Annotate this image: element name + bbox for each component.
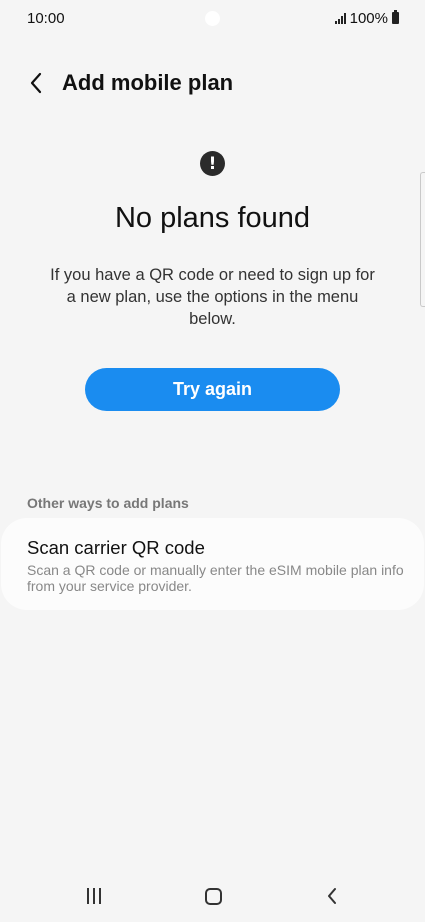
section-header-other-ways: Other ways to add plans (27, 495, 189, 511)
navigation-bar (0, 872, 425, 920)
camera-cutout (205, 11, 220, 26)
try-again-button[interactable]: Try again (85, 368, 340, 411)
exclamation-circle-icon: ! (200, 151, 225, 176)
back-button[interactable] (14, 61, 58, 105)
chevron-left-icon (30, 72, 42, 94)
signal-icon (334, 12, 346, 24)
empty-state-description: If you have a QR code or need to sign up… (50, 266, 375, 328)
recents-icon (87, 888, 101, 904)
home-button[interactable] (183, 872, 243, 920)
page-title: Add mobile plan (62, 70, 234, 95)
battery-percent: 100% (349, 9, 388, 27)
edge-panel-handle[interactable] (420, 172, 425, 307)
empty-state-title: No plans found (114, 202, 311, 234)
recents-button[interactable] (64, 872, 124, 920)
list-item-description: Scan a QR code or manually enter the eSI… (27, 562, 404, 594)
home-icon (204, 887, 222, 905)
nav-back-button[interactable] (302, 872, 362, 920)
battery-icon (392, 10, 399, 24)
status-time: 10:00 (27, 9, 65, 27)
status-indicators: 100% (334, 9, 399, 27)
list-item-title: Scan carrier QR code (27, 537, 205, 558)
status-bar: 10:00 100% (0, 0, 425, 36)
scan-carrier-qr-code-item[interactable]: Scan carrier QR code Scan a QR code or m… (1, 518, 424, 610)
app-header: Add mobile plan (0, 60, 425, 106)
back-icon (328, 888, 336, 904)
